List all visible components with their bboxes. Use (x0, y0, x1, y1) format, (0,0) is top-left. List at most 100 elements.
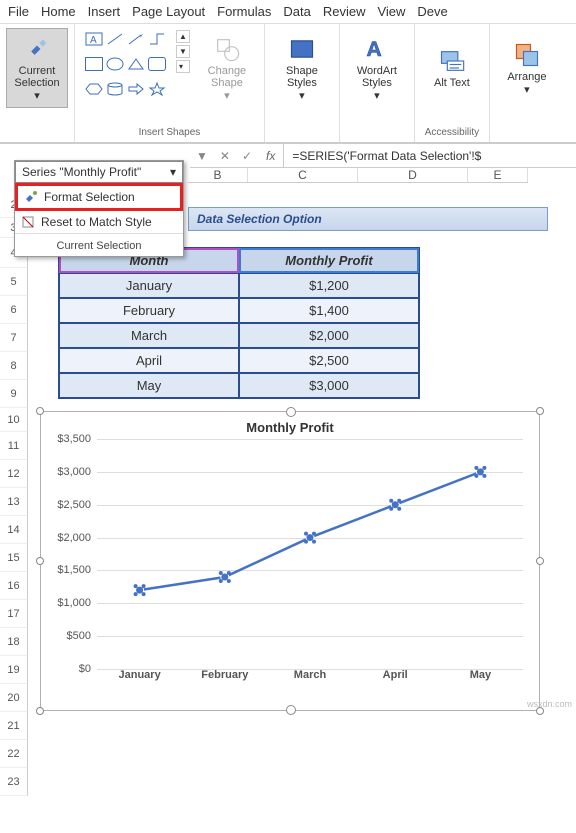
col-header-d[interactable]: D (358, 168, 468, 183)
resize-handle[interactable] (36, 707, 44, 715)
formula-bar: ▼ ✕ ✓ fx =SERIES('Format Data Selection'… (190, 144, 576, 168)
row-header[interactable]: 21 (0, 712, 28, 740)
textbox-shape-icon[interactable]: A (85, 32, 103, 46)
y-tick: $2,000 (45, 532, 91, 544)
menu-file[interactable]: File (8, 4, 29, 19)
enter-button[interactable]: ✓ (236, 149, 258, 163)
cell-profit[interactable]: $2,000 (239, 323, 419, 348)
menu-view[interactable]: View (377, 4, 405, 19)
brush-icon (23, 35, 51, 63)
resize-handle[interactable] (36, 557, 44, 565)
row-header[interactable]: 11 (0, 432, 28, 460)
gallery-down-icon[interactable]: ▼ (176, 45, 190, 58)
plot-area[interactable]: $0$500$1,000$1,500$2,000$2,500$3,000$3,5… (97, 439, 523, 669)
row-header[interactable]: 23 (0, 768, 28, 796)
arrange-icon (513, 41, 541, 69)
cylinder-shape-icon[interactable] (106, 82, 124, 96)
cell-month[interactable]: January (59, 273, 239, 298)
alt-text-button[interactable]: Alt Text (421, 28, 483, 108)
row-header[interactable]: 9 (0, 380, 28, 408)
x-axis[interactable]: JanuaryFebruaryMarchAprilMay (97, 669, 523, 681)
row-header[interactable]: 5 (0, 268, 28, 296)
shapes-gallery[interactable]: A (81, 28, 170, 108)
col-header-b[interactable]: B (188, 168, 248, 183)
insert-function-button[interactable]: ▼ (190, 149, 214, 163)
row-header[interactable]: 17 (0, 600, 28, 628)
menu-data[interactable]: Data (283, 4, 310, 19)
cell-month[interactable]: February (59, 298, 239, 323)
fx-icon[interactable]: fx (258, 144, 284, 167)
cell-profit[interactable]: $2,500 (239, 348, 419, 373)
row-header[interactable]: 13 (0, 488, 28, 516)
data-marker[interactable] (389, 499, 401, 511)
menu-formulas[interactable]: Formulas (217, 4, 271, 19)
gallery-more-icon[interactable]: ▾ (176, 60, 190, 73)
row-header[interactable]: 19 (0, 656, 28, 684)
row-header[interactable]: 12 (0, 460, 28, 488)
row-header[interactable]: 22 (0, 740, 28, 768)
chart-element-selector[interactable]: Series "Monthly Profit" ▾ (15, 161, 183, 183)
cancel-button[interactable]: ✕ (214, 149, 236, 163)
shape-styles-button[interactable]: Shape Styles ▾ (271, 28, 333, 108)
current-selection-button[interactable]: Current Selection ▾ (6, 28, 68, 108)
resize-handle[interactable] (36, 407, 44, 415)
menu-review[interactable]: Review (323, 4, 366, 19)
data-marker[interactable] (474, 466, 486, 478)
row-header[interactable]: 18 (0, 628, 28, 656)
cell-month[interactable]: March (59, 323, 239, 348)
menu-insert[interactable]: Insert (88, 4, 121, 19)
chart-title[interactable]: Monthly Profit (41, 412, 539, 439)
hexagon-shape-icon[interactable] (85, 82, 103, 96)
col-header-profit[interactable]: Monthly Profit (239, 248, 419, 273)
arrow-right-shape-icon[interactable] (127, 82, 145, 96)
wordart-styles-label: WordArt Styles (346, 65, 408, 89)
y-tick: $500 (45, 630, 91, 642)
elbow-connector-icon[interactable] (148, 32, 166, 46)
rounded-rect-shape-icon[interactable] (148, 57, 166, 71)
cell-month[interactable]: April (59, 348, 239, 373)
row-header[interactable]: 14 (0, 516, 28, 544)
cell-profit[interactable]: $3,000 (239, 373, 419, 398)
chevron-down-icon: ▾ (224, 89, 230, 102)
oval-shape-icon[interactable] (106, 57, 124, 71)
row-header[interactable]: 15 (0, 544, 28, 572)
menu-developer[interactable]: Deve (417, 4, 447, 19)
ribbon: Current Selection ▾ A ▲ ▼ (0, 24, 576, 144)
menu-page-layout[interactable]: Page Layout (132, 4, 205, 19)
row-header[interactable]: 8 (0, 352, 28, 380)
row-header[interactable]: 6 (0, 296, 28, 324)
line-arrow-icon[interactable] (127, 32, 145, 46)
star-shape-icon[interactable] (148, 82, 166, 96)
chart-object[interactable]: Monthly Profit $0$500$1,000$1,500$2,000$… (40, 411, 540, 711)
reset-match-style-item[interactable]: Reset to Match Style (15, 211, 183, 233)
reset-icon (21, 215, 35, 229)
row-header[interactable]: 10 (0, 408, 28, 432)
data-marker[interactable] (219, 571, 231, 583)
svg-text:A: A (366, 38, 381, 61)
col-header-c[interactable]: C (248, 168, 358, 183)
col-header-e[interactable]: E (468, 168, 528, 183)
y-tick: $1,000 (45, 597, 91, 609)
data-series[interactable] (97, 439, 523, 669)
triangle-shape-icon[interactable] (127, 57, 145, 71)
data-marker[interactable] (304, 532, 316, 544)
cell-profit[interactable]: $1,400 (239, 298, 419, 323)
menu-home[interactable]: Home (41, 4, 76, 19)
chevron-down-icon: ▾ (34, 89, 40, 102)
cell-profit[interactable]: $1,200 (239, 273, 419, 298)
line-shape-icon[interactable] (106, 32, 124, 46)
arrange-button[interactable]: Arrange ▾ (496, 28, 558, 108)
row-header[interactable]: 20 (0, 684, 28, 712)
cell-month[interactable]: May (59, 373, 239, 398)
format-selection-item[interactable]: Format Selection (15, 183, 183, 211)
formula-input[interactable]: =SERIES('Format Data Selection'!$ (284, 149, 489, 163)
resize-handle[interactable] (536, 557, 544, 565)
wordart-styles-button[interactable]: A WordArt Styles ▾ (346, 28, 408, 108)
row-header[interactable]: 16 (0, 572, 28, 600)
rectangle-shape-icon[interactable] (85, 57, 103, 71)
gallery-up-icon[interactable]: ▲ (176, 30, 190, 43)
change-shape-button[interactable]: Change Shape ▾ (196, 28, 258, 108)
resize-handle[interactable] (536, 407, 544, 415)
data-marker[interactable] (134, 584, 146, 596)
row-header[interactable]: 7 (0, 324, 28, 352)
